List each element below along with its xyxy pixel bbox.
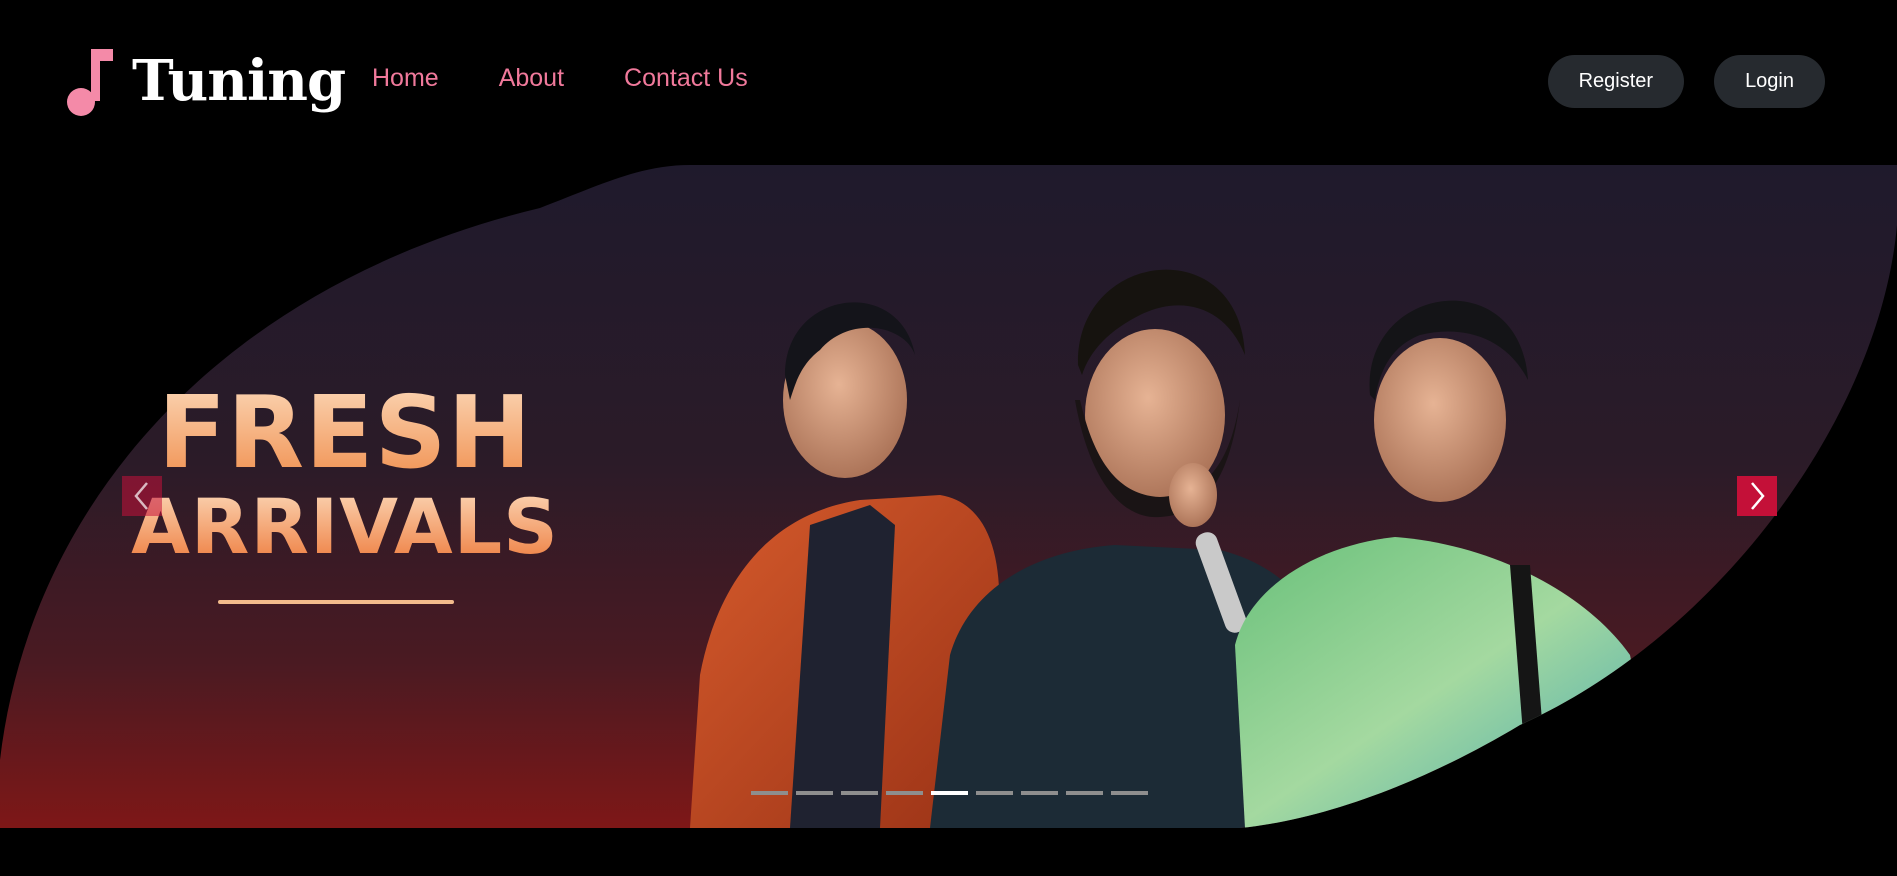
carousel-indicator[interactable]: [1021, 791, 1058, 795]
nav-home-link[interactable]: Home: [372, 64, 439, 93]
hero-headline-line2: ARRIVALS: [120, 489, 570, 565]
carousel-indicator[interactable]: [976, 791, 1013, 795]
nav-about-link[interactable]: About: [499, 64, 564, 93]
carousel-indicator[interactable]: [796, 791, 833, 795]
music-note-icon: [67, 49, 113, 116]
carousel-indicator[interactable]: [841, 791, 878, 795]
carousel-prev-button[interactable]: [122, 476, 162, 516]
hero-carousel: FRESH ARRIVALS: [0, 165, 1897, 828]
chevron-right-icon: [1751, 482, 1765, 510]
hero-headline-line1: FRESH: [120, 383, 570, 483]
page: Tuning Home About Contact Us Register Lo…: [0, 0, 1897, 876]
site-header: Tuning Home About Contact Us Register Lo…: [0, 0, 1897, 165]
chevron-left-icon: [134, 482, 148, 510]
carousel-indicator[interactable]: [1111, 791, 1148, 795]
brand-name: Tuning: [132, 48, 346, 114]
carousel-next-button[interactable]: [1737, 476, 1777, 516]
carousel-indicator[interactable]: [931, 791, 968, 795]
carousel-indicator[interactable]: [751, 791, 788, 795]
login-button[interactable]: Login: [1714, 55, 1825, 108]
headline-underline: [218, 600, 454, 604]
carousel-indicator[interactable]: [1066, 791, 1103, 795]
auth-buttons: Register Login: [1547, 55, 1825, 108]
hero-headline: FRESH ARRIVALS: [120, 383, 570, 565]
carousel-indicators: [751, 791, 1148, 795]
register-button[interactable]: Register: [1547, 55, 1685, 108]
nav-contact-link[interactable]: Contact Us: [624, 64, 748, 93]
main-nav: Home About Contact Us: [372, 64, 748, 93]
brand-logo[interactable]: Tuning: [64, 46, 346, 116]
carousel-indicator[interactable]: [886, 791, 923, 795]
